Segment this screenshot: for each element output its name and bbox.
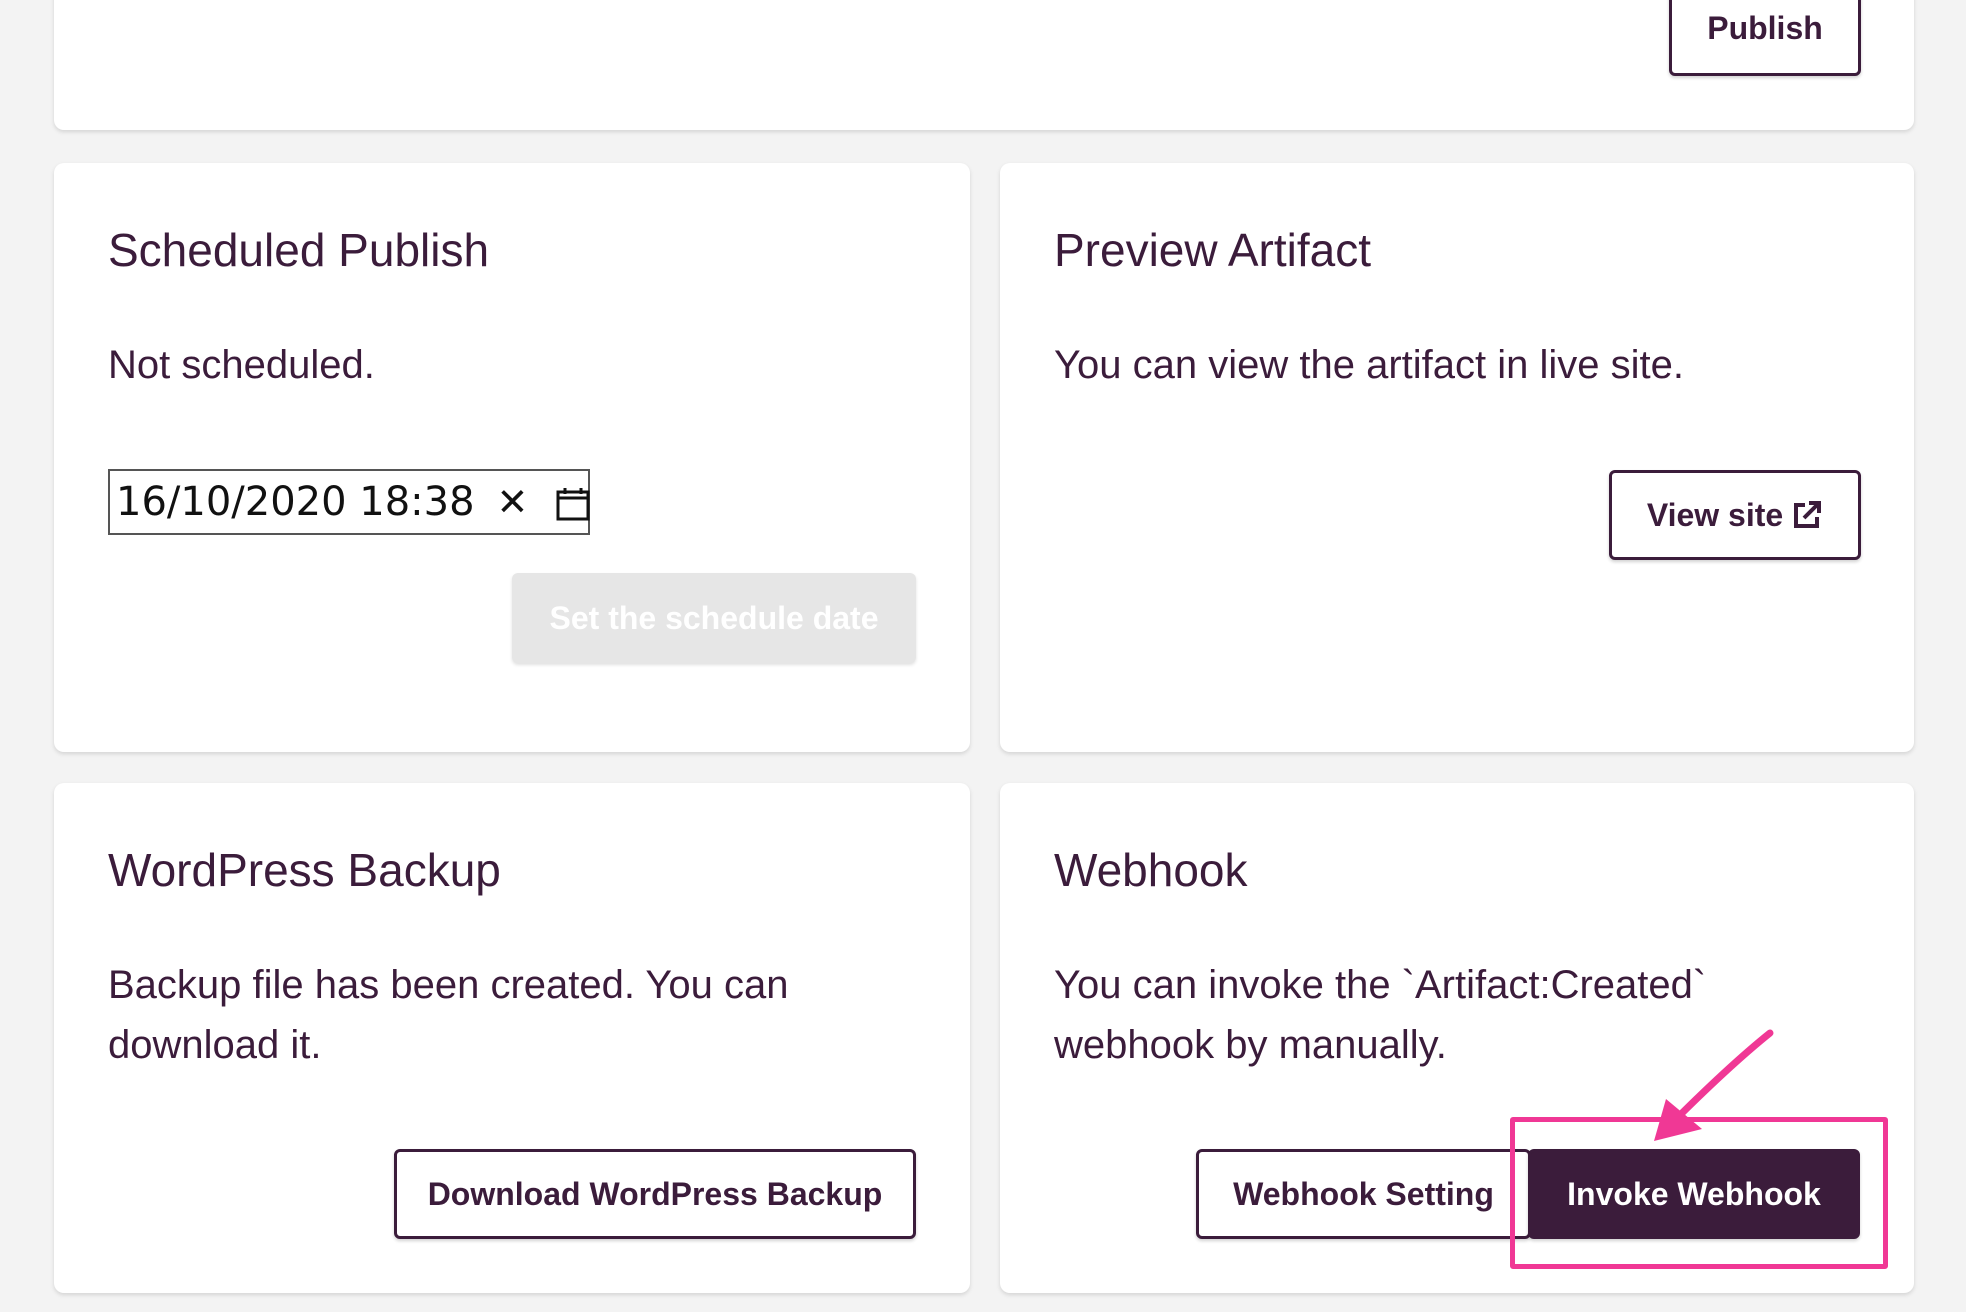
webhook-setting-button[interactable]: Webhook Setting	[1196, 1149, 1531, 1239]
scheduled-publish-card: Scheduled Publish Not scheduled. 16/10/2…	[54, 163, 970, 752]
card-title: Webhook	[1054, 844, 1248, 896]
view-site-label: View site	[1646, 496, 1784, 533]
card-title: WordPress Backup	[108, 844, 501, 896]
schedule-status: Not scheduled.	[108, 343, 375, 387]
datetime-value[interactable]: 16/10/2020 18:38	[116, 479, 475, 525]
publish-card: Publish	[54, 0, 1914, 130]
external-link-icon	[1791, 499, 1823, 531]
backup-description: Backup file has been created. You can do…	[108, 963, 789, 1067]
download-backup-button[interactable]: Download WordPress Backup	[394, 1149, 916, 1239]
publish-button[interactable]: Publish	[1669, 0, 1861, 76]
card-title: Preview Artifact	[1054, 224, 1371, 276]
wordpress-backup-card: WordPress Backup Backup file has been cr…	[54, 783, 970, 1293]
schedule-datetime-input[interactable]: 16/10/2020 18:38 ✕	[108, 469, 590, 535]
card-title: Scheduled Publish	[108, 224, 490, 276]
preview-artifact-card: Preview Artifact You can view the artifa…	[1000, 163, 1914, 752]
pointer-arrow-icon	[1654, 1029, 1774, 1141]
clear-icon[interactable]: ✕	[497, 480, 529, 524]
calendar-icon[interactable]	[556, 485, 590, 521]
view-site-button[interactable]: View site	[1609, 470, 1861, 560]
preview-description: You can view the artifact in live site.	[1054, 343, 1684, 387]
set-schedule-date-button[interactable]: Set the schedule date	[512, 573, 916, 663]
